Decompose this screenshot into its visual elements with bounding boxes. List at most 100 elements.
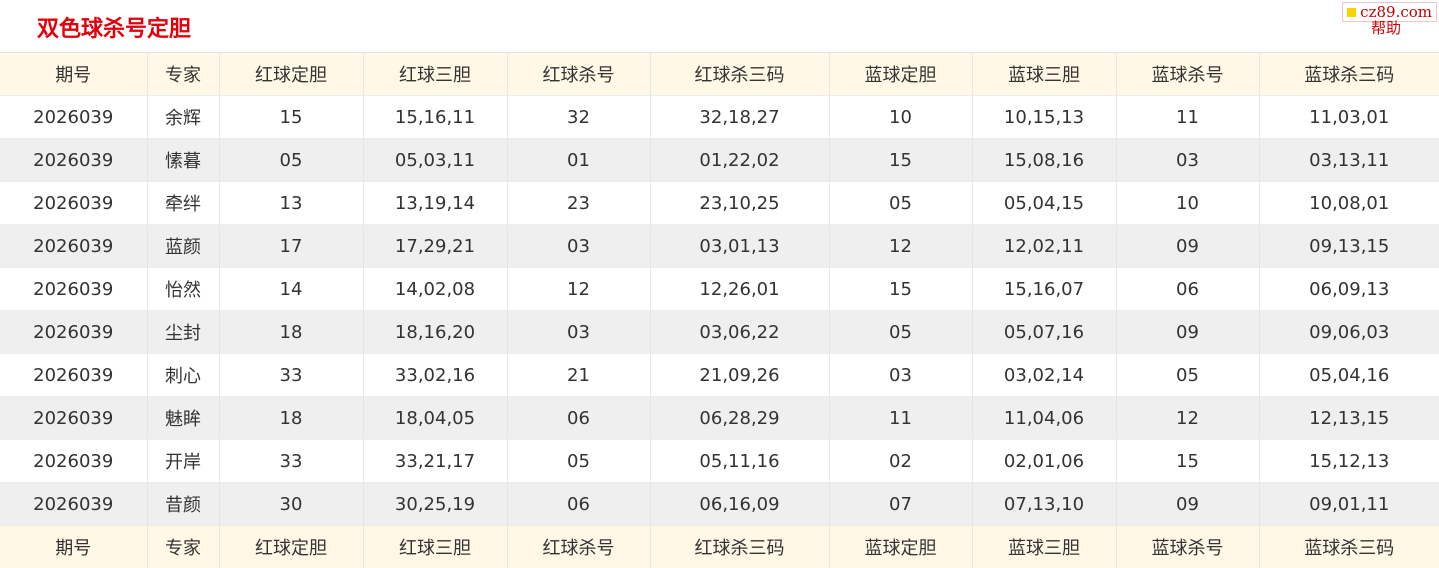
- cell-expert: 愫暮: [147, 138, 220, 182]
- cell-blue-kill-three: 09,06,03: [1259, 310, 1439, 354]
- cell-red-kill: 01: [507, 138, 651, 182]
- cell-blue-kill: 10: [1116, 181, 1260, 225]
- cell-blue-kill: 12: [1116, 396, 1260, 440]
- cell-red-kill-three: 32,18,27: [650, 95, 830, 139]
- cell-blue-kill-three: 06,09,13: [1259, 267, 1439, 311]
- cell-red-kill: 05: [507, 439, 651, 483]
- cell-blue-three: 11,04,06: [972, 396, 1117, 440]
- cell-red-kill-three: 01,22,02: [650, 138, 830, 182]
- cell-red-three: 18,16,20: [363, 310, 508, 354]
- cell-blue-fixed: 05: [829, 181, 973, 225]
- cell-red-kill-three: 12,26,01: [650, 267, 830, 311]
- cell-red-three: 15,16,11: [363, 95, 508, 139]
- cell-blue-three: 07,13,10: [972, 482, 1117, 526]
- cell-blue-kill-three: 12,13,15: [1259, 396, 1439, 440]
- cell-red-three: 17,29,21: [363, 224, 508, 268]
- cell-blue-fixed: 12: [829, 224, 973, 268]
- cell-blue-fixed: 11: [829, 396, 973, 440]
- cell-blue-kill: 09: [1116, 224, 1260, 268]
- table-row: 2026039 刺心 33 33,02,16 21 21,09,26 03 03,02,14 0…: [0, 353, 1439, 397]
- cell-red-three: 14,02,08: [363, 267, 508, 311]
- cell-blue-fixed: 15: [829, 267, 973, 311]
- cell-blue-fixed: 02: [829, 439, 973, 483]
- column-header-red-kill-three: 红球杀三码: [650, 53, 830, 96]
- cell-blue-three: 05,04,15: [972, 181, 1117, 225]
- column-header-expert: 专家: [147, 53, 220, 96]
- cell-blue-kill: 06: [1116, 267, 1260, 311]
- cell-blue-kill: 11: [1116, 95, 1260, 139]
- cell-blue-three: 03,02,14: [972, 353, 1117, 397]
- logo-square-icon: [1347, 7, 1357, 17]
- cell-period: 2026039: [0, 353, 148, 397]
- column-header-red-kill: 红球杀号: [507, 53, 651, 96]
- cell-red-kill: 32: [507, 95, 651, 139]
- column-header-blue-fixed: 蓝球定胆: [829, 53, 973, 96]
- cell-blue-kill: 03: [1116, 138, 1260, 182]
- cell-period: 2026039: [0, 181, 148, 225]
- cell-red-kill-three: 03,01,13: [650, 224, 830, 268]
- cell-red-fixed: 30: [219, 482, 364, 526]
- cell-red-fixed: 33: [219, 439, 364, 483]
- column-footer-red-fixed: 红球定胆: [219, 525, 364, 568]
- cell-expert: 余辉: [147, 95, 220, 139]
- column-footer-red-three: 红球三胆: [363, 525, 508, 568]
- column-header-blue-kill-three: 蓝球杀三码: [1259, 53, 1439, 96]
- column-footer-expert: 专家: [147, 525, 220, 568]
- cell-red-kill: 12: [507, 267, 651, 311]
- cell-red-kill: 06: [507, 396, 651, 440]
- cell-red-three: 33,02,16: [363, 353, 508, 397]
- table-row: 2026039 愫暮 05 05,03,11 01 01,22,02 15 15,08,16 0…: [0, 138, 1439, 182]
- column-header-period: 期号: [0, 53, 148, 96]
- cell-red-kill-three: 06,28,29: [650, 396, 830, 440]
- cell-expert: 牵绊: [147, 181, 220, 225]
- cell-period: 2026039: [0, 310, 148, 354]
- cell-red-kill-three: 05,11,16: [650, 439, 830, 483]
- cell-blue-kill: 09: [1116, 482, 1260, 526]
- table-footer-row: 期号 专家 红球定胆 红球三胆 红球杀号 红球杀三码 蓝球定胆 蓝球三胆 蓝球杀号 蓝球杀三码: [0, 525, 1439, 568]
- cell-red-fixed: 17: [219, 224, 364, 268]
- cell-period: 2026039: [0, 95, 148, 139]
- cell-period: 2026039: [0, 482, 148, 526]
- cell-period: 2026039: [0, 396, 148, 440]
- cell-red-kill: 03: [507, 224, 651, 268]
- cell-blue-fixed: 03: [829, 353, 973, 397]
- cell-blue-kill-three: 03,13,11: [1259, 138, 1439, 182]
- cell-blue-three: 10,15,13: [972, 95, 1117, 139]
- cell-red-fixed: 18: [219, 310, 364, 354]
- column-footer-period: 期号: [0, 525, 148, 568]
- table-row: 2026039 蓝颜 17 17,29,21 03 03,01,13 12 12,02,11 0…: [0, 224, 1439, 268]
- cell-blue-kill-three: 05,04,16: [1259, 353, 1439, 397]
- cell-blue-fixed: 05: [829, 310, 973, 354]
- cell-blue-kill: 15: [1116, 439, 1260, 483]
- cell-red-kill-three: 21,09,26: [650, 353, 830, 397]
- cell-red-kill-three: 03,06,22: [650, 310, 830, 354]
- cell-red-three: 33,21,17: [363, 439, 508, 483]
- cell-red-fixed: 05: [219, 138, 364, 182]
- cell-expert: 蓝颜: [147, 224, 220, 268]
- table-row: 2026039 开岸 33 33,21,17 05 05,11,16 02 02,01,06 1…: [0, 439, 1439, 483]
- column-footer-red-kill-three: 红球杀三码: [650, 525, 830, 568]
- cell-red-kill-three: 23,10,25: [650, 181, 830, 225]
- cell-blue-kill: 09: [1116, 310, 1260, 354]
- cell-red-kill: 03: [507, 310, 651, 354]
- column-header-red-fixed: 红球定胆: [219, 53, 364, 96]
- cell-red-fixed: 15: [219, 95, 364, 139]
- cell-blue-fixed: 07: [829, 482, 973, 526]
- cell-blue-kill-three: 15,12,13: [1259, 439, 1439, 483]
- column-footer-blue-three: 蓝球三胆: [972, 525, 1117, 568]
- cell-expert: 魅眸: [147, 396, 220, 440]
- page-title: 双色球杀号定胆: [37, 17, 192, 42]
- cell-expert: 尘封: [147, 310, 220, 354]
- cell-blue-three: 05,07,16: [972, 310, 1117, 354]
- page-header: 双色球杀号定胆 cz89.com 帮助: [0, 0, 1439, 53]
- cell-blue-kill: 05: [1116, 353, 1260, 397]
- cell-red-three: 13,19,14: [363, 181, 508, 225]
- cell-red-kill: 06: [507, 482, 651, 526]
- table-row: 2026039 余辉 15 15,16,11 32 32,18,27 10 10,15,13 1…: [0, 95, 1439, 139]
- cell-red-fixed: 18: [219, 396, 364, 440]
- help-link[interactable]: 帮助: [1371, 17, 1401, 38]
- cell-blue-kill-three: 09,01,11: [1259, 482, 1439, 526]
- cell-blue-kill-three: 11,03,01: [1259, 95, 1439, 139]
- table-row: 2026039 魅眸 18 18,04,05 06 06,28,29 11 11,04,06 1…: [0, 396, 1439, 440]
- cell-period: 2026039: [0, 224, 148, 268]
